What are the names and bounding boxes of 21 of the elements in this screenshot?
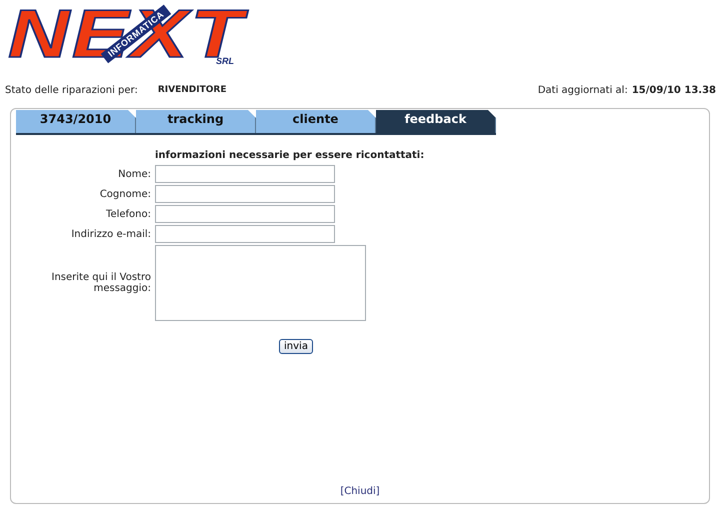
field-label: Indirizzo e-mail:	[70, 228, 152, 240]
tab[interactable]: 3743/2010	[16, 110, 136, 133]
form-heading: informazioni necessarie per essere ricontattati:	[155, 150, 424, 161]
input-field[interactable]	[155, 225, 335, 243]
message-field[interactable]	[155, 245, 366, 321]
field-label: Cognome:	[98, 188, 152, 200]
tab[interactable]: feedback	[376, 110, 496, 133]
send-button[interactable]: invia	[279, 339, 313, 354]
updated-value: 15/09/10 13.38	[632, 84, 716, 96]
updated-label: Dati aggiornati al:	[538, 84, 628, 96]
status-value: RIVENDITORE	[158, 85, 226, 95]
field-label: Nome:	[117, 168, 152, 180]
tab[interactable]: tracking	[136, 110, 256, 133]
tab[interactable]: cliente	[256, 110, 376, 133]
close-link[interactable]: [Chiudi]	[340, 486, 380, 497]
input-field[interactable]	[155, 205, 335, 223]
input-field[interactable]	[155, 185, 335, 203]
status-label: Stato delle riparazioni per:	[5, 84, 138, 96]
field-label: Telefono:	[105, 208, 152, 220]
input-field[interactable]	[155, 165, 335, 183]
field-label: Inserite qui il Vostro messaggio:	[50, 272, 152, 294]
